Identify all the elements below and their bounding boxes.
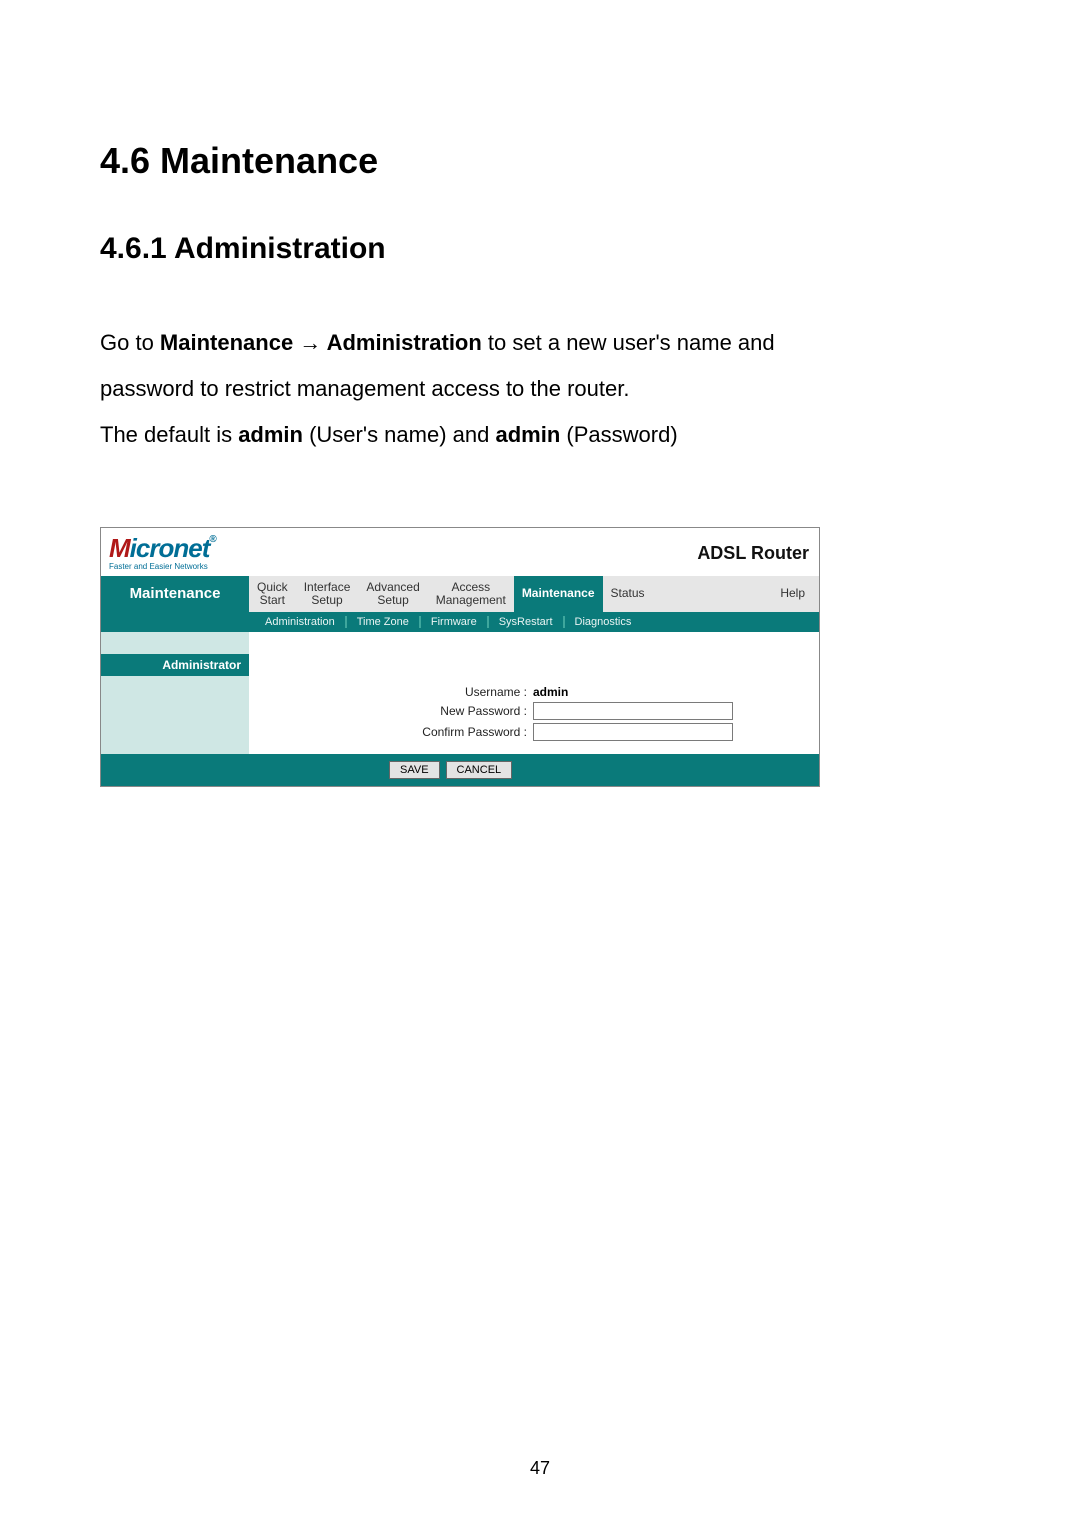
username-value: admin [533, 685, 568, 699]
text: (User's name) and [303, 422, 496, 447]
username-label: Username : [249, 685, 533, 699]
tab-interface-setup[interactable]: InterfaceSetup [296, 576, 359, 612]
subtab-diagnostics[interactable]: Diagnostics [565, 616, 642, 628]
tab-help[interactable]: Help [772, 576, 819, 612]
paragraph-3: The default is admin (User's name) and a… [100, 413, 980, 457]
text: (Password) [560, 422, 677, 447]
section-heading-4-6-1: 4.6.1 Administration [100, 232, 980, 266]
tab-access-management[interactable]: AccessManagement [428, 576, 514, 612]
save-button[interactable]: SAVE [389, 761, 440, 779]
subtab-firmware[interactable]: Firmware [421, 616, 489, 628]
text: The default is [100, 422, 238, 447]
sub-nav: Administration Time Zone Firmware SysRes… [249, 612, 819, 632]
text-bold: Maintenance → Administration [160, 330, 482, 355]
cancel-button[interactable]: CANCEL [446, 761, 513, 779]
text: Go to [100, 330, 160, 355]
confirm-password-input[interactable] [533, 723, 733, 741]
tab-quick-start[interactable]: QuickStart [249, 576, 296, 612]
subtab-administration[interactable]: Administration [255, 616, 347, 628]
section-label-administrator: Administrator [101, 654, 249, 676]
tab-status[interactable]: Status [603, 576, 653, 612]
section-heading-4-6: 4.6 Maintenance [100, 140, 980, 182]
product-title: ADSL Router [697, 543, 809, 564]
text: to set a new user's name and [482, 330, 775, 355]
main-nav: QuickStart InterfaceSetup AdvancedSetup … [249, 576, 819, 612]
logo-text: Micronet® [109, 535, 216, 561]
text-bold: admin [495, 422, 560, 447]
subtab-sysrestart[interactable]: SysRestart [489, 616, 565, 628]
paragraph-2: password to restrict management access t… [100, 367, 980, 411]
left-panel-title: Maintenance [101, 576, 249, 612]
router-admin-screenshot: Micronet® Faster and Easier Networks ADS… [100, 527, 820, 787]
new-password-label: New Password : [249, 704, 533, 718]
subtab-time-zone[interactable]: Time Zone [347, 616, 421, 628]
tab-advanced-setup[interactable]: AdvancedSetup [358, 576, 427, 612]
logo: Micronet® Faster and Easier Networks [109, 535, 216, 571]
new-password-input[interactable] [533, 702, 733, 720]
paragraph-1: Go to Maintenance → Administration to se… [100, 321, 980, 365]
tab-maintenance[interactable]: Maintenance [514, 576, 603, 612]
text-bold: admin [238, 422, 303, 447]
logo-tagline: Faster and Easier Networks [109, 563, 216, 571]
confirm-password-label: Confirm Password : [249, 725, 533, 739]
page-number: 47 [0, 1458, 1080, 1479]
